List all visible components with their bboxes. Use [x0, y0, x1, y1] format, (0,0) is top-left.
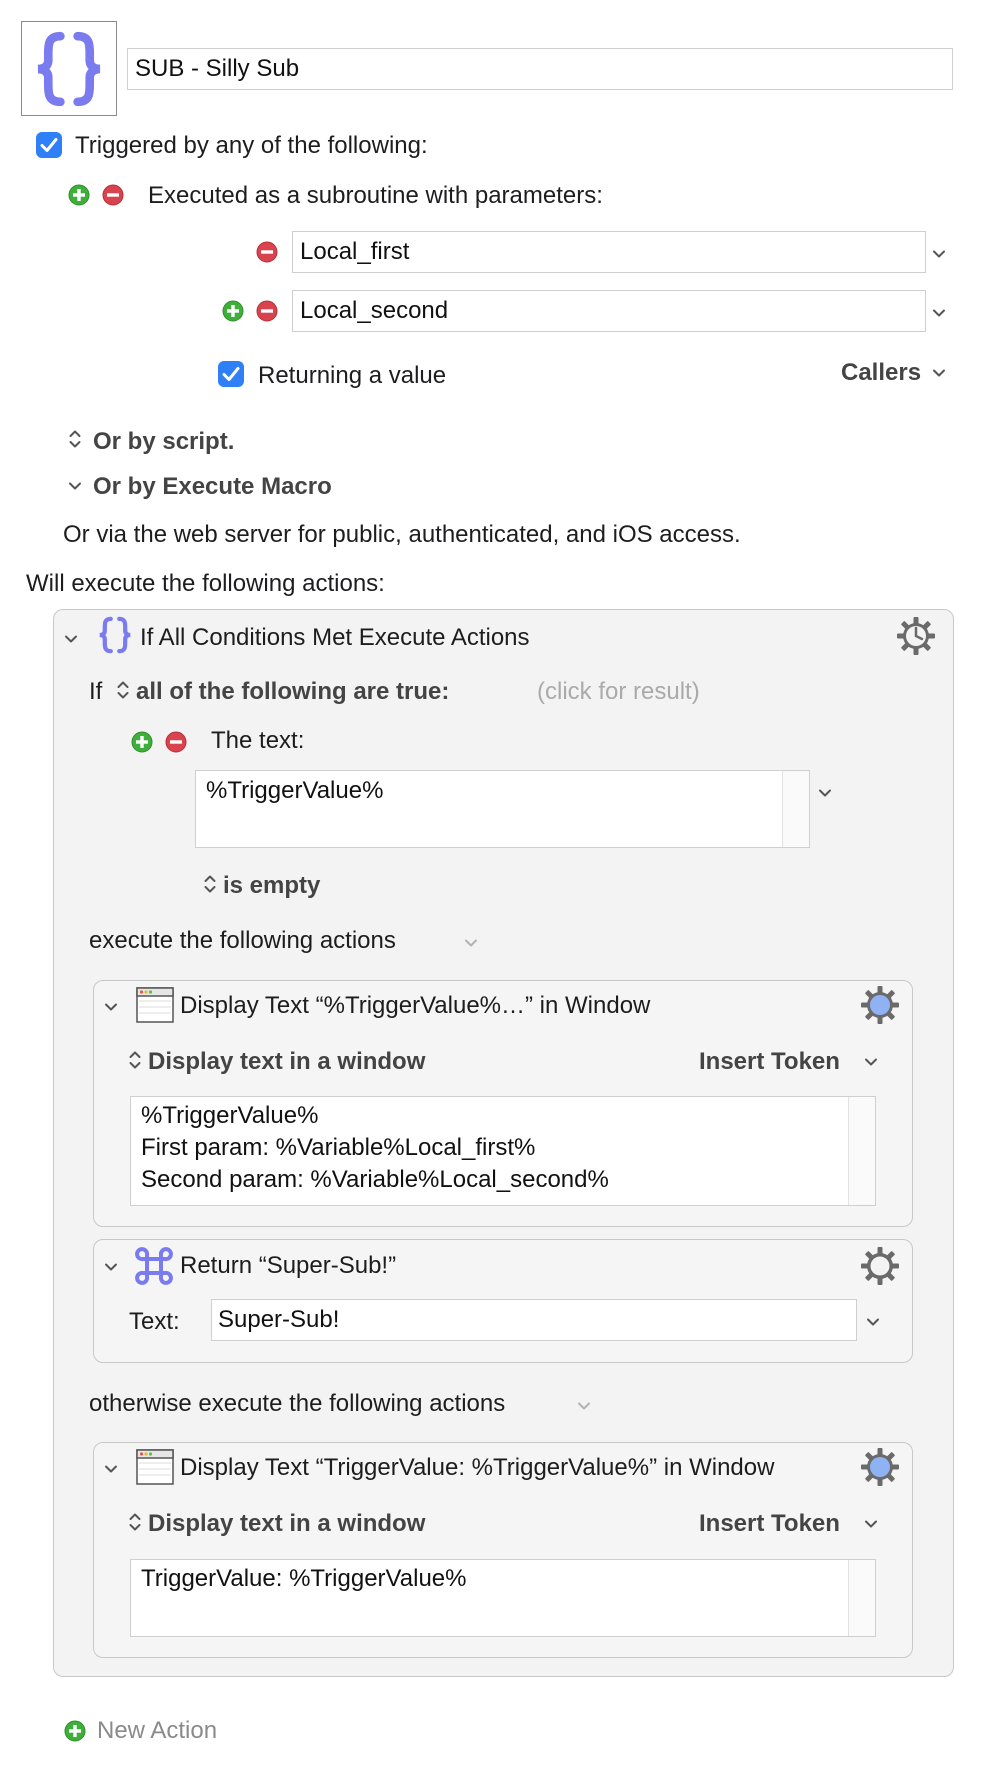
condition-text-dropdown-icon[interactable] [818, 786, 832, 800]
command-key-icon [134, 1246, 174, 1286]
or-by-execute-macro-label: Or by Execute Macro [93, 473, 332, 500]
checkmark-icon [40, 138, 58, 152]
if-action-collapse-icon[interactable] [64, 632, 78, 646]
display-text-action-title: Display Text “%TriggerValue%…” in Window [180, 992, 651, 1019]
else-insert-token-label: Insert Token [699, 1510, 840, 1537]
scrollbar[interactable] [848, 1097, 875, 1205]
gear-icon[interactable] [860, 985, 900, 1025]
callers-button[interactable]: Callers [841, 359, 921, 387]
scrollbar[interactable] [848, 1560, 875, 1636]
return-text-value: Super-Sub! [218, 1306, 340, 1333]
return-text-label: Text: [129, 1308, 180, 1335]
chevron-down-icon [68, 479, 82, 493]
else-label: otherwise execute the following actions [89, 1390, 506, 1417]
new-action-label: New Action [97, 1717, 218, 1744]
window-icon [136, 987, 174, 1023]
insert-token-chevron-icon [864, 1517, 878, 1531]
subroutine-trigger-label: Executed as a subroutine with parameters… [148, 182, 603, 209]
or-by-script-label: Or by script. [93, 428, 235, 455]
click-for-result[interactable]: (click for result) [537, 678, 700, 706]
remove-condition-button[interactable] [165, 731, 187, 753]
collapse-icon[interactable] [104, 1000, 118, 1014]
clock-gear-icon[interactable] [896, 616, 936, 656]
triggered-checkbox[interactable] [36, 132, 62, 158]
remove-param-1-button[interactable] [256, 241, 278, 263]
macro-icon-well[interactable] [21, 21, 117, 116]
if-action-panel[interactable]: If All Conditions Met Execute Actions If… [53, 609, 954, 1677]
insert-token-label: Insert Token [699, 1048, 840, 1075]
add-param-button[interactable] [222, 300, 244, 322]
comparison-label: is empty [223, 872, 321, 899]
else-display-text-area[interactable]: TriggerValue: %TriggerValue% [130, 1559, 876, 1637]
the-text-label: The text: [211, 727, 305, 754]
collapse-icon[interactable] [104, 1462, 118, 1476]
param-2-field[interactable]: Local_second [292, 290, 926, 332]
callers-chevron-icon [932, 366, 946, 380]
condition-mode-label: all of the following are true: [136, 678, 450, 705]
else-display-text-action-panel[interactable]: Display Text “TriggerValue: %TriggerValu… [93, 1442, 913, 1658]
up-down-chevron-icon [116, 679, 130, 701]
remove-trigger-button[interactable] [102, 184, 124, 206]
up-down-chevron-icon [128, 1511, 142, 1533]
display-text-line-1: %TriggerValue% [141, 1102, 319, 1129]
param-1-dropdown-icon[interactable] [932, 247, 946, 261]
curly-braces-icon [32, 31, 106, 107]
scrollbar[interactable] [782, 771, 809, 847]
returning-value-checkbox[interactable] [218, 361, 244, 387]
condition-text-value: %TriggerValue% [206, 777, 384, 804]
condition-text-area[interactable]: %TriggerValue% [195, 770, 810, 848]
gear-icon[interactable] [860, 1246, 900, 1286]
macro-name-field[interactable]: SUB - Silly Sub [127, 48, 953, 90]
return-text-field[interactable]: Super-Sub! [211, 1299, 857, 1341]
display-text-area[interactable]: %TriggerValue% First param: %Variable%Lo… [130, 1096, 876, 1206]
display-text-action-panel[interactable]: Display Text “%TriggerValue%…” in Window… [93, 980, 913, 1227]
plus-icon [64, 1720, 86, 1742]
param-2-dropdown-icon[interactable] [932, 306, 946, 320]
up-down-chevron-icon [128, 1049, 142, 1071]
curly-braces-icon [98, 616, 132, 654]
else-insert-token-button[interactable]: Insert Token [699, 1510, 840, 1538]
then-label: execute the following actions [89, 927, 396, 954]
web-server-text: Or via the web server for public, authen… [63, 521, 741, 548]
insert-token-button[interactable]: Insert Token [699, 1048, 840, 1076]
param-1-value: Local_first [300, 238, 410, 265]
display-text-line-3: Second param: %Variable%Local_second% [141, 1166, 609, 1193]
returning-value-label: Returning a value [258, 362, 447, 389]
else-chevron-icon[interactable] [577, 1399, 591, 1413]
param-2-value: Local_second [300, 297, 449, 324]
if-action-title: If All Conditions Met Execute Actions [140, 624, 530, 651]
return-action-title: Return “Super-Sub!” [180, 1252, 397, 1279]
callers-label: Callers [841, 359, 922, 386]
remove-param-2-button[interactable] [256, 300, 278, 322]
display-mode-label: Display text in a window [148, 1048, 426, 1075]
add-condition-button[interactable] [131, 731, 153, 753]
triggered-label: Triggered by any of the following: [75, 132, 428, 159]
checkmark-icon [222, 367, 240, 381]
add-trigger-button[interactable] [68, 184, 90, 206]
then-chevron-icon[interactable] [464, 936, 478, 950]
else-display-mode-label: Display text in a window [148, 1510, 426, 1537]
up-down-chevron-icon [68, 428, 82, 450]
param-1-field[interactable]: Local_first [292, 231, 926, 273]
display-text-line-2: First param: %Variable%Local_first% [141, 1134, 536, 1161]
macro-name-value: SUB - Silly Sub [135, 55, 300, 82]
insert-token-chevron-icon [864, 1055, 878, 1069]
up-down-chevron-icon [203, 873, 217, 895]
actions-header: Will execute the following actions: [26, 570, 385, 597]
else-display-text-line-1: TriggerValue: %TriggerValue% [141, 1565, 467, 1592]
window-icon [136, 1449, 174, 1485]
return-text-dropdown-icon[interactable] [866, 1315, 880, 1329]
collapse-icon[interactable] [104, 1260, 118, 1274]
if-prefix: If [89, 678, 103, 705]
gear-icon[interactable] [860, 1447, 900, 1487]
else-display-text-action-title: Display Text “TriggerValue: %TriggerValu… [180, 1454, 775, 1481]
return-action-panel[interactable]: Return “Super-Sub!” Text: Super-Sub! [93, 1239, 913, 1363]
